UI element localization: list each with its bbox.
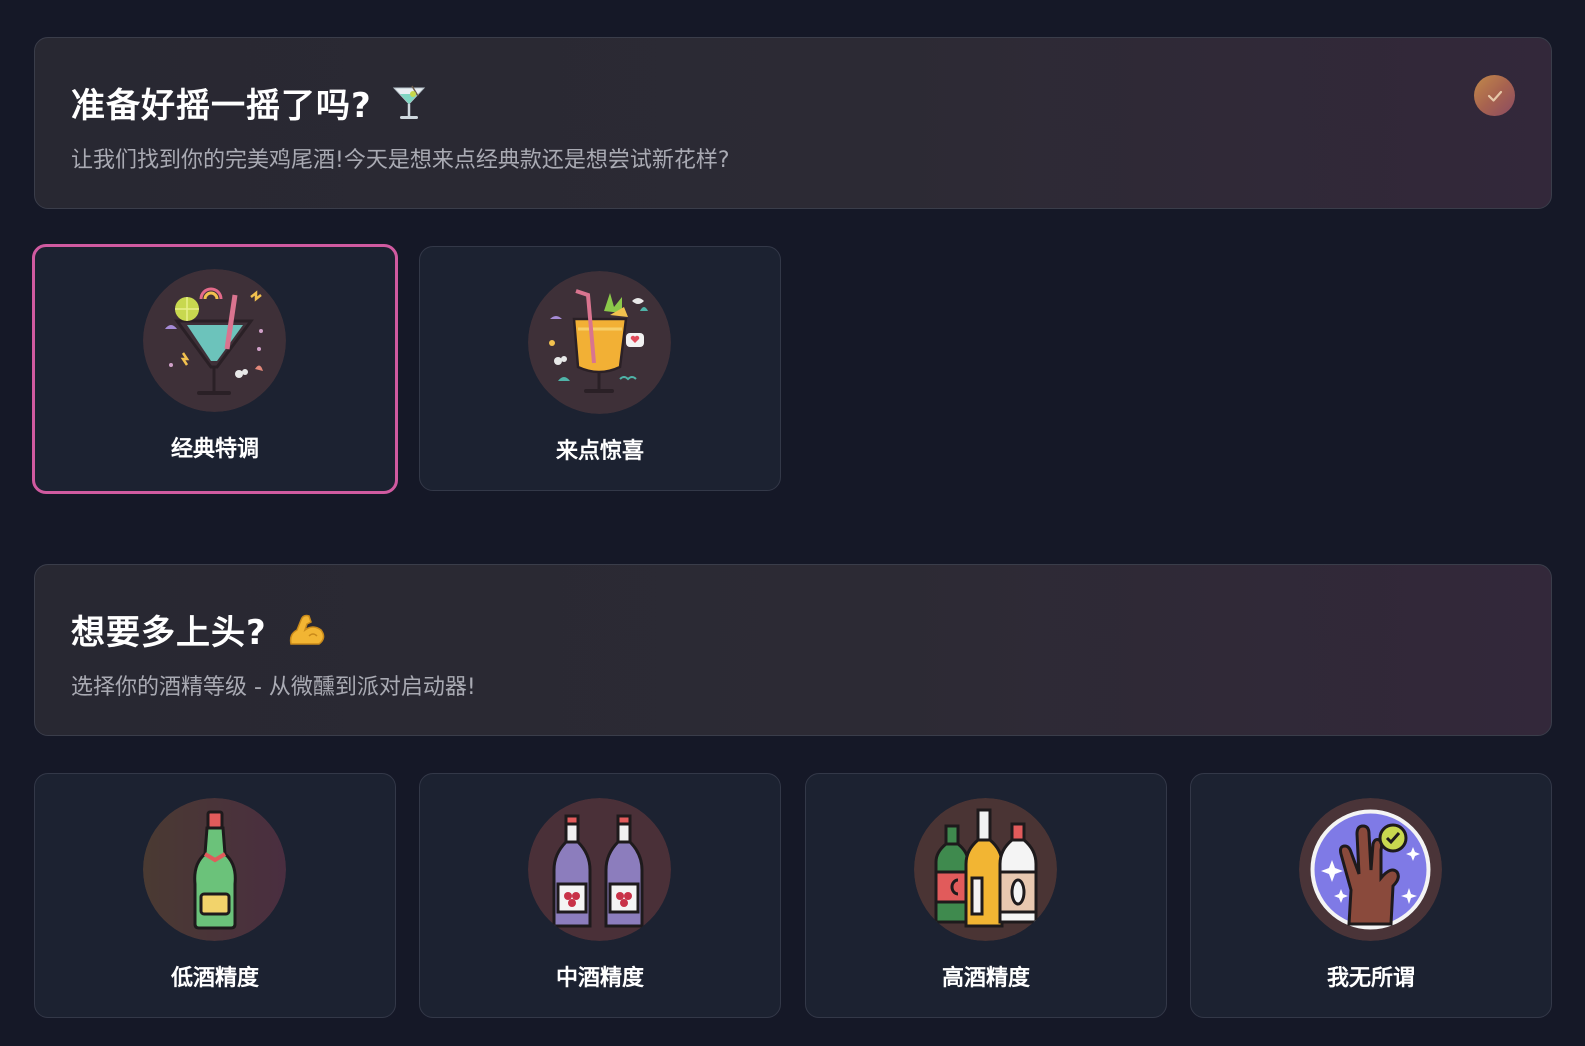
completed-check-icon [1474,75,1515,116]
section-title-text: 想要多上头? [71,613,267,653]
alcohol-level-header: 想要多上头? 选择你的酒精等级 - 从微醺到派对启动器! [34,564,1552,736]
option-label: 高酒精度 [941,966,1030,991]
option-label: 来点惊喜 [555,439,644,464]
ok-hand-icon [1299,798,1442,941]
champagne-bottle-icon [143,798,286,941]
option-label: 中酒精度 [555,966,644,991]
option-low-alcohol[interactable]: 低酒精度 [34,773,396,1018]
option-label: 经典特调 [170,437,259,462]
section-subtitle: 让我们找到你的完美鸡尾酒!今天是想来点经典款还是想尝试新花样? [71,148,730,173]
option-surprise-cocktail[interactable]: 来点惊喜 [419,246,781,491]
option-medium-alcohol[interactable]: 中酒精度 [419,773,781,1018]
base-type-header: 准备好摇一摇了吗? 让我们找到你的完美鸡尾酒!今天是想来点经典款还是想尝试新花样… [34,37,1552,209]
option-label: 低酒精度 [170,966,259,991]
section-title-text: 准备好摇一摇了吗? [71,86,372,126]
option-label: 我无所谓 [1326,966,1415,991]
option-no-preference[interactable]: 我无所谓 [1190,773,1552,1018]
classic-cocktail-icon [143,269,286,412]
option-high-alcohol[interactable]: 高酒精度 [805,773,1167,1018]
wine-bottles-icon [528,798,671,941]
cocktail-glass-icon [392,84,426,122]
surprise-cocktail-icon [528,271,671,414]
section-title: 准备好摇一摇了吗? [71,78,426,127]
section-subtitle: 选择你的酒精等级 - 从微醺到派对启动器! [71,675,476,700]
section-title: 想要多上头? [71,605,327,654]
liquor-bottles-icon [914,798,1057,941]
flexed-biceps-icon [287,610,327,650]
option-classic-cocktail[interactable]: 经典特调 [32,244,398,494]
